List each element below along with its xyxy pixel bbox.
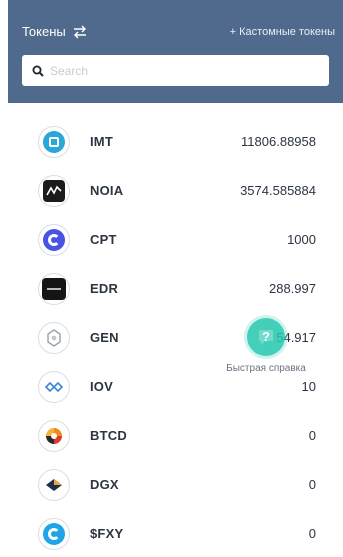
token-balance: 0 (308, 428, 316, 443)
help-button[interactable]: ? (247, 318, 285, 356)
custom-tokens-link[interactable]: + Кастомные токены (230, 26, 335, 38)
token-symbol: IMT (90, 134, 113, 149)
token-symbol: EDR (90, 281, 119, 296)
token-row-imt[interactable]: IMT 11806.88958 (8, 117, 343, 166)
token-symbol: DGX (90, 477, 119, 492)
token-symbol: NOIA (90, 183, 124, 198)
tokens-panel: Токены + Кастомные токены IMT 11806.8895… (8, 0, 343, 557)
token-symbol: GEN (90, 330, 119, 345)
dgx-logo-icon (38, 468, 70, 501)
token-balance: 3574.585884 (240, 183, 316, 198)
gen-logo-icon (38, 321, 70, 354)
noia-logo-icon (38, 174, 70, 207)
tokens-title-label: Токены (22, 24, 66, 39)
token-symbol: BTCD (90, 428, 127, 443)
token-row-noia[interactable]: NOIA 3574.585884 (8, 166, 343, 215)
quick-help-label: Быстрая справка (226, 363, 306, 374)
tokens-title: Токены (22, 24, 88, 39)
edr-logo-icon (38, 272, 70, 305)
quick-help-widget[interactable]: ? Быстрая справка (213, 318, 319, 388)
token-balance: 1000 (287, 232, 316, 247)
token-symbol: IOV (90, 379, 113, 394)
token-balance: 288.997 (269, 281, 316, 296)
iov-logo-icon (38, 370, 70, 403)
imt-logo-icon (38, 125, 70, 158)
token-row-edr[interactable]: EDR 288.997 (8, 264, 343, 313)
search-input[interactable] (50, 63, 300, 78)
tokens-header: Токены + Кастомные токены (8, 0, 343, 103)
token-row-dgx[interactable]: DGX 0 (8, 460, 343, 509)
token-balance: 0 (308, 477, 316, 492)
question-bubble-icon: ? (259, 329, 273, 345)
btcd-logo-icon (38, 419, 70, 452)
fxy-logo-icon (38, 517, 70, 550)
cpt-logo-icon (38, 223, 70, 256)
token-balance: 0 (308, 526, 316, 541)
token-row-cpt[interactable]: CPT 1000 (8, 215, 343, 264)
token-row-btcd[interactable]: BTCD 0 (8, 411, 343, 460)
search-icon (32, 65, 44, 77)
token-balance: 11806.88958 (241, 134, 316, 149)
svg-text:?: ? (262, 329, 270, 344)
search-box[interactable] (22, 55, 329, 86)
token-row-fxy[interactable]: $FXY 0 (8, 509, 343, 557)
token-symbol: CPT (90, 232, 117, 247)
token-symbol: $FXY (90, 526, 124, 541)
swap-icon[interactable] (72, 25, 88, 39)
